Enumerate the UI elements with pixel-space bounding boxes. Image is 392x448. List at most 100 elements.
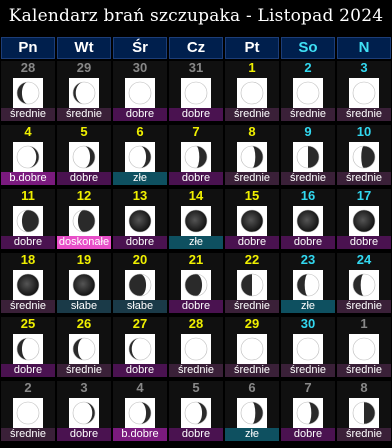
- day-number: 18: [20, 252, 36, 267]
- day-number: 27: [132, 316, 148, 331]
- day-cell[interactable]: 29 średnie: [57, 61, 111, 121]
- bite-rating-label: średnie: [337, 108, 391, 121]
- day-cell[interactable]: 28 średnie: [169, 317, 223, 377]
- moon-phase-icon: [349, 78, 379, 108]
- bite-rating-label: b.dobre: [1, 172, 55, 185]
- day-cell[interactable]: 14 złe: [169, 189, 223, 249]
- day-cell[interactable]: 13 dobre: [113, 189, 167, 249]
- bite-rating-label: średnie: [1, 108, 55, 121]
- day-cell[interactable]: 19 słabe: [57, 253, 111, 313]
- moon-phase-icon: [13, 398, 43, 428]
- day-cell[interactable]: 1 średnie: [337, 317, 391, 377]
- moon-phase-icon: [125, 206, 155, 236]
- day-cell[interactable]: 8 średnie: [337, 381, 391, 441]
- day-cell[interactable]: 3 dobre: [57, 381, 111, 441]
- bite-rating-label: dobre: [169, 172, 223, 185]
- day-cell[interactable]: 16 dobre: [281, 189, 335, 249]
- day-cell[interactable]: 4 b.dobre: [1, 125, 55, 185]
- day-cell[interactable]: 27 dobre: [113, 317, 167, 377]
- day-cell[interactable]: 28 średnie: [1, 61, 55, 121]
- day-cell[interactable]: 9 średnie: [281, 125, 335, 185]
- moon-phase-icon: [69, 270, 99, 300]
- day-number: 23: [300, 252, 316, 267]
- moon-phase-icon: [125, 270, 155, 300]
- day-cell[interactable]: 7 dobre: [281, 381, 335, 441]
- day-number: 30: [132, 60, 148, 75]
- weekday-sat: So: [281, 37, 335, 59]
- moon-phase-icon: [181, 142, 211, 172]
- bite-rating-label: średnie: [281, 172, 335, 185]
- bite-rating-label: średnie: [337, 428, 391, 441]
- day-number: 4: [136, 380, 144, 395]
- day-cell[interactable]: 18 średnie: [1, 253, 55, 313]
- day-number: 19: [76, 252, 92, 267]
- day-cell[interactable]: 7 dobre: [169, 125, 223, 185]
- day-cell[interactable]: 30 dobre: [113, 61, 167, 121]
- day-cell[interactable]: 17 dobre: [337, 189, 391, 249]
- day-number: 1: [248, 60, 256, 75]
- moon-phase-icon: [69, 398, 99, 428]
- bite-rating-label: średnie: [169, 364, 223, 377]
- day-cell[interactable]: 31 dobre: [169, 61, 223, 121]
- day-cell[interactable]: 29 średnie: [225, 317, 279, 377]
- bite-rating-label: dobre: [113, 236, 167, 249]
- day-cell[interactable]: 1 średnie: [225, 61, 279, 121]
- day-number: 31: [188, 60, 204, 75]
- weekday-header: Pn Wt Śr Cz Pt So N: [1, 37, 391, 59]
- day-cell[interactable]: 21 dobre: [169, 253, 223, 313]
- day-number: 5: [192, 380, 200, 395]
- day-number: 8: [360, 380, 368, 395]
- moon-phase-icon: [125, 78, 155, 108]
- day-cell[interactable]: 10 średnie: [337, 125, 391, 185]
- day-number: 7: [192, 124, 200, 139]
- day-cell[interactable]: 4 b.dobre: [113, 381, 167, 441]
- bite-rating-label: średnie: [1, 428, 55, 441]
- day-cell[interactable]: 6 złe: [225, 381, 279, 441]
- day-number: 24: [356, 252, 372, 267]
- moon-phase-icon: [293, 206, 323, 236]
- weekday-mon: Pn: [1, 37, 55, 59]
- day-number: 4: [24, 124, 32, 139]
- bite-rating-label: doskonałe: [57, 236, 111, 249]
- day-cell[interactable]: 8 średnie: [225, 125, 279, 185]
- moon-phase-icon: [293, 270, 323, 300]
- day-cell[interactable]: 26 średnie: [57, 317, 111, 377]
- bite-rating-label: średnie: [57, 364, 111, 377]
- day-cell[interactable]: 12 doskonałe: [57, 189, 111, 249]
- day-number: 1: [360, 316, 368, 331]
- day-cell[interactable]: 11 dobre: [1, 189, 55, 249]
- bite-rating-label: dobre: [1, 364, 55, 377]
- day-number: 9: [304, 124, 312, 139]
- bite-rating-label: średnie: [225, 108, 279, 121]
- bite-rating-label: średnie: [225, 300, 279, 313]
- bite-rating-label: dobre: [281, 428, 335, 441]
- day-cell[interactable]: 6 złe: [113, 125, 167, 185]
- day-cell[interactable]: 5 dobre: [169, 381, 223, 441]
- bite-rating-label: słabe: [57, 300, 111, 313]
- moon-phase-icon: [349, 398, 379, 428]
- day-cell[interactable]: 15 dobre: [225, 189, 279, 249]
- day-cell[interactable]: 25 dobre: [1, 317, 55, 377]
- moon-phase-icon: [237, 206, 267, 236]
- day-cell[interactable]: 2 średnie: [1, 381, 55, 441]
- bite-rating-label: dobre: [337, 236, 391, 249]
- day-number: 5: [80, 124, 88, 139]
- day-cell[interactable]: 5 dobre: [57, 125, 111, 185]
- bite-rating-label: złe: [281, 300, 335, 313]
- bite-rating-label: złe: [225, 428, 279, 441]
- day-cell[interactable]: 2 średnie: [281, 61, 335, 121]
- weekday-wed: Śr: [113, 37, 167, 59]
- day-cell[interactable]: 20 słabe: [113, 253, 167, 313]
- day-cell[interactable]: 23 złe: [281, 253, 335, 313]
- day-number: 17: [356, 188, 372, 203]
- day-cell[interactable]: 22 średnie: [225, 253, 279, 313]
- bite-rating-label: średnie: [281, 364, 335, 377]
- day-cell[interactable]: 30 średnie: [281, 317, 335, 377]
- bite-rating-label: dobre: [113, 108, 167, 121]
- day-cell[interactable]: 3 średnie: [337, 61, 391, 121]
- day-number: 12: [76, 188, 92, 203]
- day-cell[interactable]: 24 średnie: [337, 253, 391, 313]
- bite-rating-label: średnie: [225, 364, 279, 377]
- moon-phase-icon: [13, 270, 43, 300]
- day-number: 3: [80, 380, 88, 395]
